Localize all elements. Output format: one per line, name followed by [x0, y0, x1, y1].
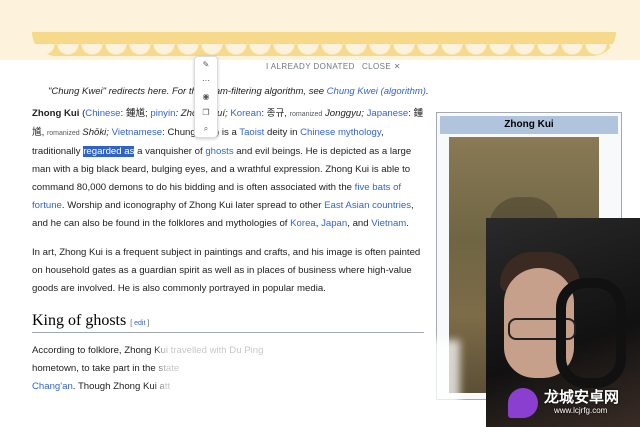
- logo-url: www.lcjrfg.com: [554, 406, 608, 415]
- blurred-overlay: [160, 340, 460, 427]
- section-edit-link[interactable]: edit: [130, 320, 149, 327]
- text: : 鍾馗;: [120, 108, 151, 119]
- already-donated-link[interactable]: I ALREADY DONATED: [266, 62, 355, 71]
- vietnamese-language-link[interactable]: Vietnamese: [112, 127, 163, 138]
- taoist-link[interactable]: Taoist: [239, 127, 264, 138]
- hatnote-end: .: [425, 86, 429, 97]
- text: Jonggyu;: [322, 108, 364, 119]
- japan-link[interactable]: Japan: [321, 218, 347, 229]
- hatnote: "Chung Kwei" redirects here. For the spa…: [48, 86, 429, 97]
- ai-assistant-icon[interactable]: ◉: [195, 89, 217, 105]
- korean-language-link[interactable]: Korean: [230, 108, 261, 119]
- chinese-mythology-link[interactable]: Chinese mythology: [300, 127, 381, 138]
- romanized-label: romanized: [46, 130, 80, 137]
- korea-link[interactable]: Korea: [290, 218, 316, 229]
- vietnam-link[interactable]: Vietnam: [371, 218, 406, 229]
- banner-wave-decoration: [32, 32, 616, 56]
- more-options-icon[interactable]: ⋯: [195, 73, 217, 89]
- text: , and: [347, 218, 372, 229]
- article-subject: Zhong Kui: [32, 108, 80, 119]
- close-banner-button[interactable]: CLOSE ✕: [362, 62, 401, 71]
- text: : 종규,: [261, 108, 290, 119]
- text: . Worship and iconography of Zhong Kui l…: [61, 200, 325, 211]
- selected-text[interactable]: regarded as: [83, 146, 135, 157]
- headphones: [556, 278, 626, 388]
- pinyin-link[interactable]: pinyin: [150, 108, 175, 119]
- section-divider: [32, 332, 424, 333]
- text: deity in: [264, 127, 301, 138]
- logo-icon: [508, 388, 538, 418]
- text: .: [406, 218, 409, 229]
- changan-link[interactable]: Chang'an: [32, 381, 73, 392]
- section-title: King of ghosts: [32, 312, 127, 329]
- east-asian-countries-link[interactable]: East Asian countries: [324, 200, 411, 211]
- chung-kwei-algorithm-link[interactable]: Chung Kwei (algorithm): [327, 86, 426, 97]
- japanese-language-link[interactable]: Japanese: [367, 108, 409, 119]
- selection-toolbar: ✎ ⋯ ◉ ❐ ⌕: [194, 56, 218, 138]
- text: . Though Zhong Kui att: [72, 381, 171, 392]
- text: Shōki;: [79, 127, 112, 138]
- infobox-title: Zhong Kui: [440, 116, 618, 134]
- logo-text: 龙城安卓网: [544, 389, 620, 406]
- romanized-label: romanized: [289, 111, 323, 118]
- section-heading: King of ghostsedit: [32, 312, 149, 330]
- copy-icon[interactable]: ❐: [195, 105, 217, 121]
- chinese-language-link[interactable]: Chinese: [85, 108, 120, 119]
- text: hometown, to take part in the state: [32, 363, 180, 374]
- watermark-logo: 龙城安卓网 www.lcjrfg.com: [508, 384, 638, 424]
- ghosts-link[interactable]: ghosts: [205, 146, 233, 157]
- intro-paragraph: Zhong Kui (Chinese: 鍾馗; pinyin: Zhōng Ku…: [32, 105, 426, 233]
- hide-toolbar-icon[interactable]: ✎: [195, 57, 217, 73]
- search-icon[interactable]: ⌕: [195, 121, 217, 137]
- text: a vanquisher of: [134, 146, 206, 157]
- art-paragraph: In art, Zhong Kui is a frequent subject …: [32, 247, 421, 294]
- hatnote-text: "Chung Kwei" redirects here. For the spa…: [48, 86, 327, 97]
